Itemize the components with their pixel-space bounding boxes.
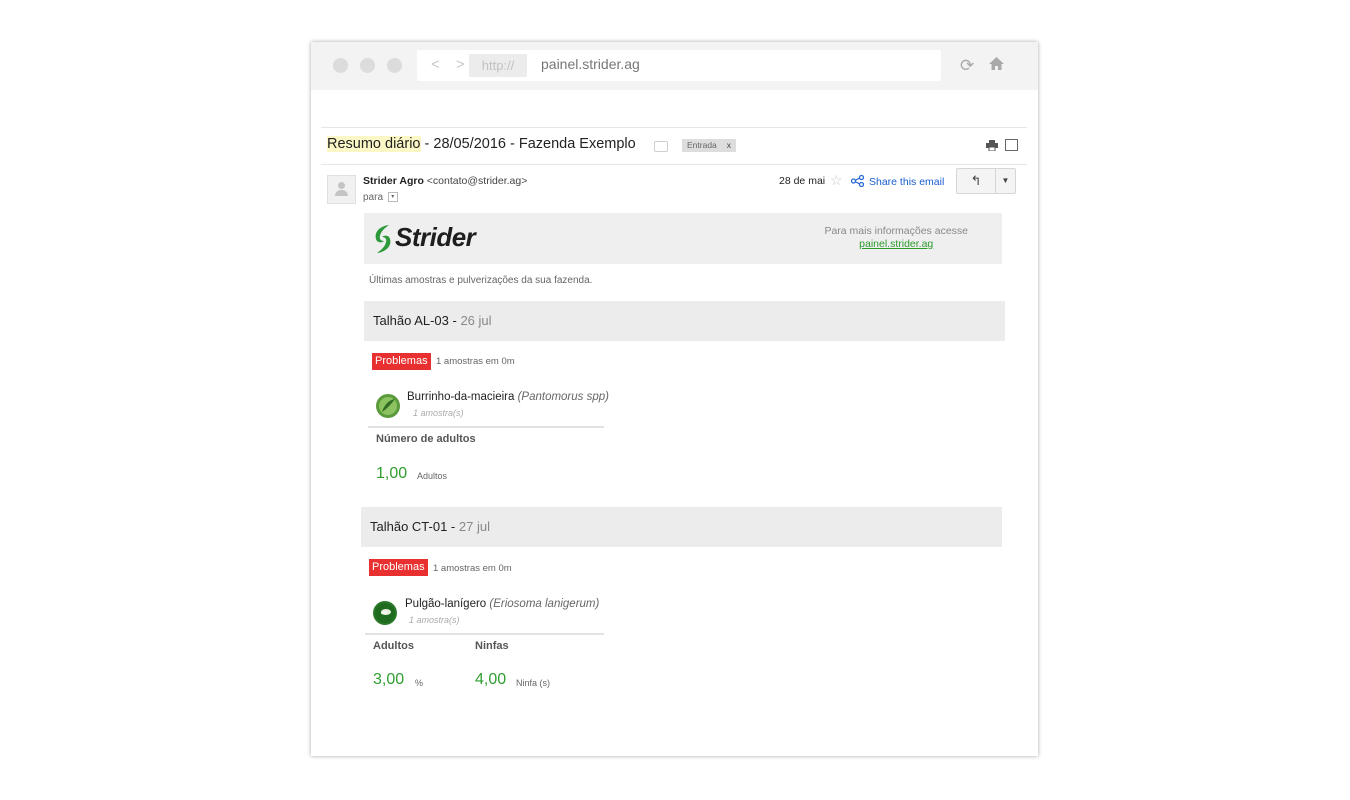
metric-unit: Adultos xyxy=(417,471,448,481)
strider-logo: Strider xyxy=(395,222,476,252)
samples-info: 1 amostras em 0m xyxy=(433,563,512,574)
metric-value: 1,00 xyxy=(376,465,408,482)
pest-common-name: Burrinho-da-macieira xyxy=(407,391,515,403)
share-icon[interactable] xyxy=(850,174,865,190)
print-icon[interactable] xyxy=(986,140,998,154)
problems-badge: Problemas xyxy=(369,559,428,576)
pest-sample-count: 1 amostra(s) xyxy=(413,408,464,418)
plot-name: Talhão AL-03 - xyxy=(373,313,461,328)
chevron-down-icon[interactable]: ▾ xyxy=(387,192,398,203)
plot-date: 27 jul xyxy=(458,519,490,534)
pest-scientific-name: (Eriosoma lanigerum) xyxy=(489,598,600,610)
recipients-label: para xyxy=(363,192,384,203)
browser-toolbar: < > http:// painel.strider.ag ⟳ xyxy=(311,42,1038,90)
share-email-link[interactable]: Share this email xyxy=(869,176,944,188)
pest-image xyxy=(376,394,400,418)
chevron-down-icon: ▼ xyxy=(1001,176,1010,185)
window-minimize-dot[interactable] xyxy=(360,58,375,73)
url-text[interactable]: painel.strider.ag xyxy=(541,56,640,72)
sender-email: <contato@strider.ag> xyxy=(426,175,528,187)
protocol-label: http:// xyxy=(469,54,527,77)
more-options-button[interactable]: ▼ xyxy=(995,168,1016,194)
plot-date: 26 jul xyxy=(460,313,492,328)
metric-value: 3,00 xyxy=(373,671,405,688)
metric-label: Adultos xyxy=(373,640,414,652)
window-close-dot[interactable] xyxy=(333,58,348,73)
browser-window: < > http:// painel.strider.ag ⟳ Resumo d… xyxy=(311,42,1038,756)
subject-rest: - 28/05/2016 - Fazenda Exemplo xyxy=(420,136,636,152)
label-icon[interactable] xyxy=(654,141,668,152)
samples-info: 1 amostras em 0m xyxy=(436,356,515,367)
inbox-tag-label: Entrada xyxy=(687,140,717,150)
metric-unit: % xyxy=(415,678,424,688)
metric-label: Ninfas xyxy=(475,640,509,652)
plot-section-header: Talhão CT-01 - 27 jul xyxy=(361,507,1002,547)
plot-section-header: Talhão AL-03 - 26 jul xyxy=(364,301,1005,341)
reply-button[interactable]: ↰ xyxy=(956,168,996,194)
pest-name: Burrinho-da-macieira (Pantomorus spp) xyxy=(407,391,609,403)
banner-info: Para mais informações acesse painel.stri… xyxy=(824,225,968,250)
pest-scientific-name: (Pantomorus spp) xyxy=(517,391,609,403)
divider xyxy=(321,127,1027,128)
inbox-tag[interactable]: Entrada x xyxy=(682,139,737,152)
reload-icon[interactable]: ⟳ xyxy=(960,56,974,76)
plot-title: Talhão AL-03 - 26 jul xyxy=(373,313,492,328)
divider xyxy=(365,633,604,635)
banner-info-text: Para mais informações acesse xyxy=(824,225,968,237)
pest-name: Pulgão-lanígero (Eriosoma lanigerum) xyxy=(405,598,599,610)
email-subject: Resumo diário - 28/05/2016 - Fazenda Exe… xyxy=(327,136,636,152)
problems-badge: Problemas xyxy=(372,353,431,370)
plot-name: Talhão CT-01 - xyxy=(370,519,459,534)
plot-title: Talhão CT-01 - 27 jul xyxy=(370,519,490,534)
new-window-icon[interactable] xyxy=(1005,139,1018,151)
avatar xyxy=(327,175,356,204)
divider xyxy=(321,164,1027,165)
address-bar[interactable]: < > http:// painel.strider.ag xyxy=(417,50,941,81)
recipients[interactable]: para ▾ xyxy=(363,192,398,203)
home-icon[interactable] xyxy=(988,56,1005,76)
metric-label: Número de adultos xyxy=(376,433,476,445)
window-maximize-dot[interactable] xyxy=(387,58,402,73)
panel-link[interactable]: painel.strider.ag xyxy=(824,238,968,250)
pest-common-name: Pulgão-lanígero xyxy=(405,598,487,610)
reply-icon: ↰ xyxy=(970,173,982,188)
email-banner: Strider Para mais informações acesse pai… xyxy=(364,213,1002,264)
sender[interactable]: Strider Agro <contato@strider.ag> xyxy=(363,175,527,187)
back-forward-arrows[interactable]: < > xyxy=(431,56,471,73)
divider xyxy=(368,426,604,428)
metric-unit: Ninfa (s) xyxy=(516,678,551,688)
intro-text: Últimas amostras e pulverizações da sua … xyxy=(369,275,593,286)
tag-close-icon[interactable]: x xyxy=(727,140,731,150)
metric-value: 4,00 xyxy=(475,671,507,688)
sender-name: Strider Agro xyxy=(363,175,424,187)
pest-image xyxy=(373,601,397,625)
star-icon[interactable]: ☆ xyxy=(830,172,843,189)
email-date: 28 de mai xyxy=(779,175,826,187)
pest-sample-count: 1 amostra(s) xyxy=(409,615,460,625)
strider-logo-icon xyxy=(372,224,394,259)
subject-highlight: Resumo diário xyxy=(327,136,421,152)
